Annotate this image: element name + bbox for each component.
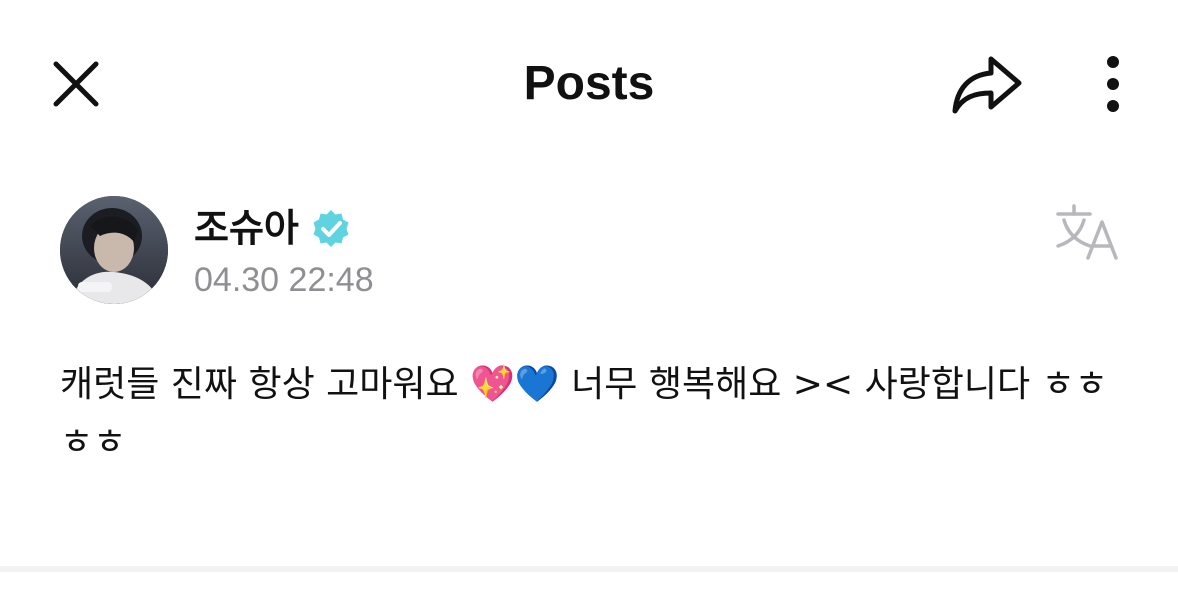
post-timestamp: 04.30 22:48	[194, 261, 374, 299]
divider	[0, 566, 1178, 572]
post-author: 조슈아 04.30 22:48	[60, 196, 1160, 308]
author-name[interactable]: 조슈아	[194, 204, 299, 252]
top-bar: Posts	[0, 0, 1178, 168]
share-button[interactable]	[946, 46, 1028, 122]
more-vertical-icon	[1107, 56, 1119, 112]
share-icon	[952, 56, 1022, 114]
more-options-button[interactable]	[1090, 46, 1136, 122]
avatar[interactable]	[60, 196, 168, 304]
translate-icon	[1056, 204, 1118, 260]
avatar-image	[60, 196, 168, 304]
post-content: 캐럿들 진짜 항상 고마워요 💖💙 너무 행복해요 >< 사랑합니다 ㅎㅎㅎㅎ	[60, 364, 1108, 463]
verified-badge-icon	[313, 210, 349, 247]
post-detail-screen: Posts 조슈아 04.30 22:48 캐럿들 진짜 항상 고마워요 💖💙 …	[0, 0, 1178, 593]
translate-button[interactable]	[1054, 200, 1124, 264]
